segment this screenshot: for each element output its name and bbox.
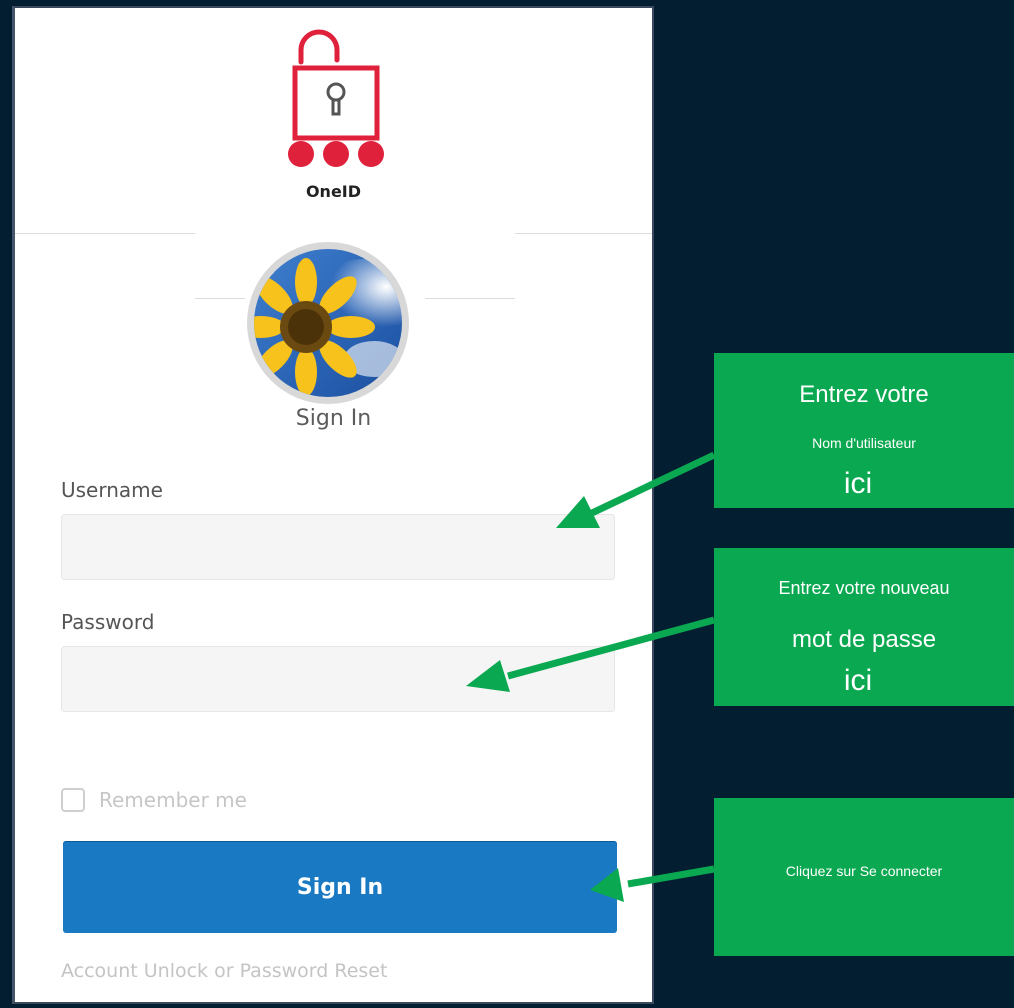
- callout-line: ici: [843, 467, 873, 500]
- callout-line: ici: [843, 664, 873, 697]
- username-callout: Entrez votre Nom d'utilisateur ici: [714, 353, 1014, 508]
- arrow-to-username: [556, 451, 716, 528]
- callout-line: mot de passe: [791, 626, 937, 653]
- callout-line: Nom d'utilisateur: [812, 435, 916, 451]
- arrow-to-password: [466, 616, 715, 692]
- password-callout: Entrez votre nouveau mot de passe ici: [714, 548, 1014, 706]
- arrow-to-sign-in: [590, 865, 715, 902]
- callout-line: Entrez votre nouveau: [778, 578, 950, 598]
- callout-line: Entrez votre: [799, 381, 929, 408]
- callout-line: Cliquez sur Se connecter: [785, 863, 943, 879]
- sign-in-callout: Cliquez sur Se connecter: [714, 798, 1014, 956]
